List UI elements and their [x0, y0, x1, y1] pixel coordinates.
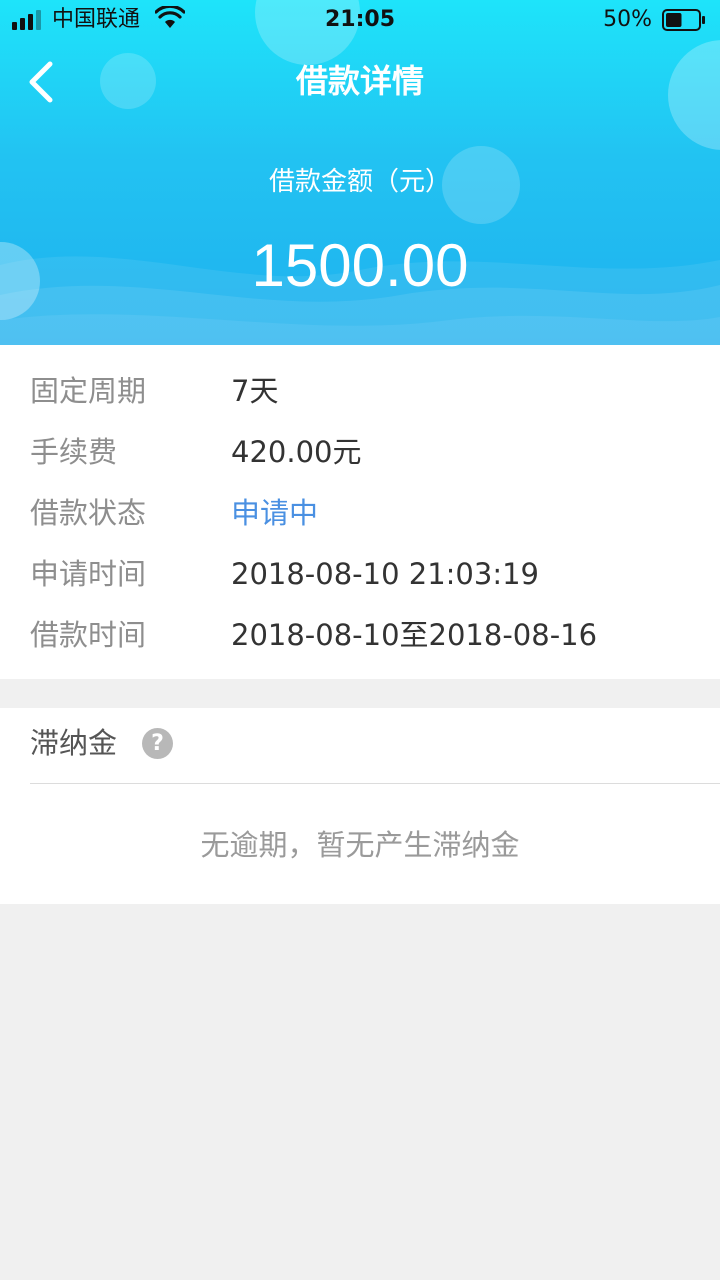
detail-value: 420.00元	[231, 435, 362, 469]
status-value: 申请中	[231, 496, 319, 530]
loan-details-card: 固定周期 7天 手续费 420.00元 借款状态 申请中 申请时间 2018-0…	[0, 345, 720, 679]
detail-label: 申请时间	[30, 557, 147, 591]
status-bar: 中国联通 21:05 50%	[0, 0, 720, 40]
detail-row-cycle: 固定周期 7天	[0, 361, 720, 421]
question-circle-icon[interactable]: ?	[142, 728, 173, 759]
detail-label: 借款时间	[30, 618, 147, 652]
divider	[30, 783, 720, 784]
detail-value: 7天	[231, 374, 279, 408]
late-fee-title: 滞纳金	[30, 726, 118, 760]
detail-row-loan-period: 借款时间 2018-08-10至2018-08-16	[0, 605, 720, 665]
detail-label: 固定周期	[30, 374, 147, 408]
battery-percent: 50%	[603, 7, 652, 32]
late-fee-empty-message: 无逾期，暂无产生滞纳金	[200, 828, 520, 862]
detail-row-status: 借款状态 申请中	[0, 483, 720, 543]
detail-value: 2018-08-10至2018-08-16	[231, 618, 598, 652]
header-banner: 中国联通 21:05 50% 借款详情 借款金额（元） 1500.00	[0, 0, 720, 345]
amount-value: 1500.00	[251, 232, 469, 299]
detail-row-fee: 手续费 420.00元	[0, 422, 720, 482]
battery-icon	[662, 9, 705, 31]
amount-label: 借款金额（元）	[268, 167, 451, 197]
detail-row-apply-time: 申请时间 2018-08-10 21:03:19	[0, 544, 720, 604]
page-title: 借款详情	[295, 62, 424, 100]
detail-value: 2018-08-10 21:03:19	[231, 557, 539, 591]
late-fee-card: 滞纳金 ? 无逾期，暂无产生滞纳金	[0, 708, 720, 904]
detail-label: 借款状态	[30, 496, 147, 530]
detail-label: 手续费	[30, 435, 118, 469]
